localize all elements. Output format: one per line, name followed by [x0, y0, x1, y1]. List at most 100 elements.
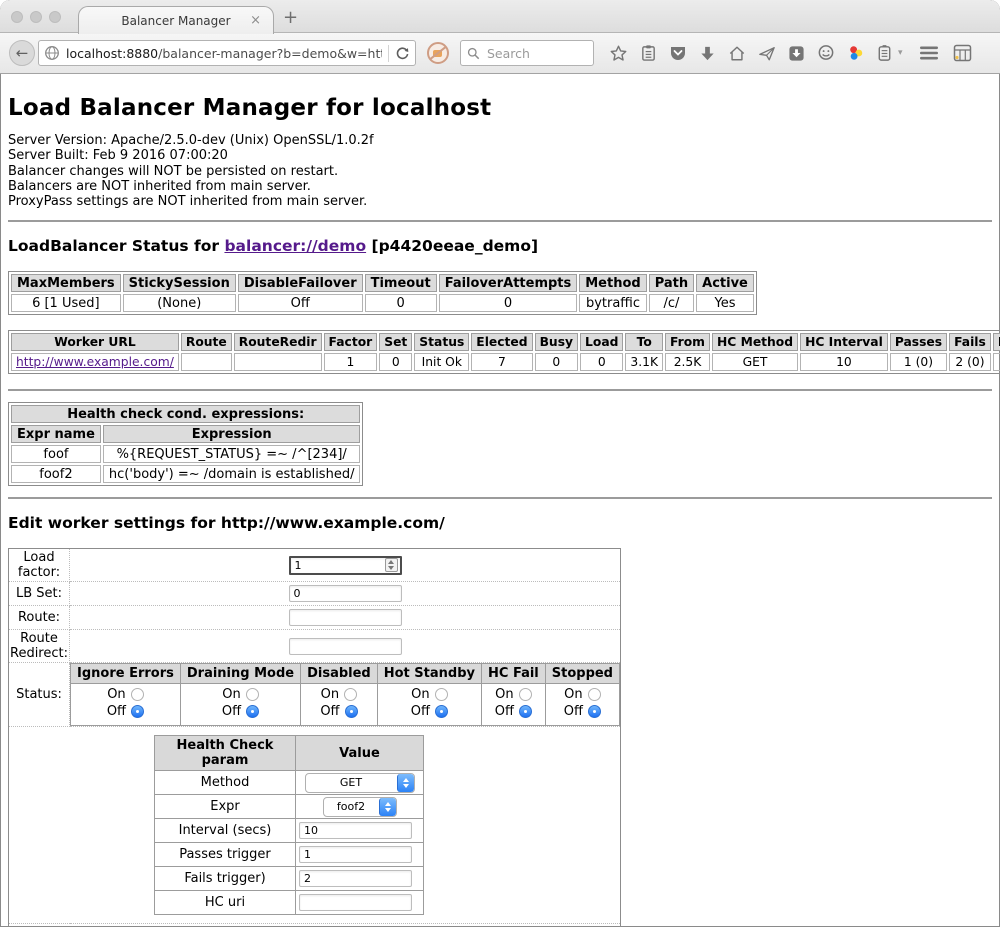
inherit-notice-line: Balancers are NOT inherited from main se…: [8, 179, 992, 194]
tab-close-icon[interactable]: ×: [250, 13, 261, 28]
dropdown-chevron-icon[interactable]: ▾: [898, 48, 903, 58]
disabled-on-radio[interactable]: [344, 688, 357, 701]
ignore-errors-on-radio[interactable]: [131, 688, 144, 701]
hc-passes-label: Passes trigger: [155, 843, 296, 867]
chat-smiley-icon[interactable]: [817, 44, 835, 62]
form-row-route-redirect: Route Redirect:: [9, 630, 621, 663]
window-minimize-button[interactable]: [30, 11, 42, 23]
server-version-line: Server Version: Apache/2.5.0-dev (Unix) …: [8, 133, 992, 148]
draining-mode-off-radio[interactable]: [246, 705, 259, 718]
worker-status-table: Worker URL Route RouteRedir Factor Set S…: [8, 330, 1000, 374]
hc-fail-off-radio[interactable]: [519, 705, 532, 718]
table-header-row: Worker URL Route RouteRedir Factor Set S…: [11, 333, 1000, 351]
downloads-icon[interactable]: [699, 45, 716, 62]
table-header-row: Expr name Expression: [11, 425, 360, 443]
search-icon: [467, 47, 480, 60]
hc-passes-input[interactable]: [299, 846, 412, 863]
hc-method-select[interactable]: GET: [305, 773, 415, 793]
persist-notice-line: Balancer changes will NOT be persisted o…: [8, 164, 992, 179]
hc-fails-label: Fails trigger): [155, 867, 296, 891]
search-bar[interactable]: [460, 40, 594, 66]
new-tab-button[interactable]: +: [283, 7, 298, 28]
status-flags-table: Ignore Errors Draining Mode Disabled Hot…: [70, 663, 620, 726]
clipboard-icon[interactable]: [640, 44, 657, 62]
url-text[interactable]: localhost:8880/balancer-manager?b=demo&w…: [66, 46, 382, 61]
edit-worker-form: Load factor: LB Set: Route:: [8, 548, 621, 927]
hc-expr-label: Expr: [155, 795, 296, 819]
select-arrows-icon: [379, 798, 396, 816]
table-row: foof %{REQUEST_STATUS} =~ /^[234]/: [11, 445, 360, 463]
worker-url-link[interactable]: http://www.example.com/: [16, 355, 174, 369]
form-row-route: Route:: [9, 606, 621, 630]
addon-download-icon[interactable]: [788, 45, 805, 62]
search-input[interactable]: [485, 45, 587, 62]
colored-dots-icon[interactable]: [847, 44, 865, 62]
navigation-toolbar: ← localhost:8880/balancer-manager?b=demo…: [0, 33, 1000, 74]
health-check-params-table: Health Check param Value Method GET: [154, 735, 424, 915]
lb-set-input[interactable]: [289, 585, 402, 602]
window-controls: [11, 11, 61, 23]
form-row-status: Status: Ignore Errors Draining Mode Disa…: [9, 663, 621, 727]
urlbar-divider: [388, 45, 389, 62]
hc-method-label: Method: [155, 771, 296, 795]
load-factor-label: Load factor:: [9, 549, 70, 582]
route-redirect-input[interactable]: [289, 638, 402, 655]
route-input[interactable]: [289, 609, 402, 626]
hc-interval-input[interactable]: [299, 822, 412, 839]
adblock-disabled-icon[interactable]: [427, 42, 449, 64]
route-redirect-label: Route Redirect:: [9, 630, 70, 663]
table-row: HC uri: [155, 891, 424, 915]
hot-standby-off-radio[interactable]: [435, 705, 448, 718]
table-row: Method GET: [155, 771, 424, 795]
hc-expressions-table: Health check cond. expressions: Expr nam…: [8, 402, 363, 486]
form-row-health-check: Health Check param Value Method GET: [9, 727, 621, 924]
window-zoom-button[interactable]: [49, 11, 61, 23]
hc-expr-select[interactable]: foof2: [323, 797, 397, 817]
browser-window: Balancer Manager × + ← localhost:8880/ba…: [0, 0, 1000, 927]
battery-icon[interactable]: [877, 44, 892, 62]
hot-standby-on-radio[interactable]: [435, 688, 448, 701]
hc-uri-label: HC uri: [155, 891, 296, 915]
section-divider: [8, 497, 992, 499]
url-bar[interactable]: localhost:8880/balancer-manager?b=demo&w…: [38, 40, 416, 66]
radio-row: On Off On Off On Off: [71, 684, 620, 726]
hc-fail-on-radio[interactable]: [519, 688, 532, 701]
hc-fails-input[interactable]: [299, 870, 412, 887]
form-row-load-factor: Load factor:: [9, 549, 621, 582]
section-divider: [8, 220, 992, 222]
home-icon[interactable]: [728, 45, 746, 62]
pocket-icon[interactable]: [669, 44, 687, 62]
disabled-off-radio[interactable]: [345, 705, 358, 718]
section-divider: [8, 389, 992, 391]
bookmark-star-icon[interactable]: [609, 44, 628, 63]
stopped-off-radio[interactable]: [588, 705, 601, 718]
hc-uri-input[interactable]: [299, 894, 412, 911]
grid-icon[interactable]: [953, 44, 972, 62]
back-button[interactable]: ←: [9, 40, 35, 66]
server-built-line: Server Built: Feb 9 2016 07:00:20: [8, 148, 992, 163]
status-label: Status:: [9, 663, 70, 727]
draining-mode-on-radio[interactable]: [246, 688, 259, 701]
table-row: Expr foof2: [155, 795, 424, 819]
reload-icon[interactable]: [395, 46, 410, 61]
table-header-row: Health Check param Value: [155, 736, 424, 771]
ignore-errors-off-radio[interactable]: [131, 705, 144, 718]
table-title-row: Health check cond. expressions:: [11, 405, 360, 423]
table-row: 6 [1 Used] (None) Off 0 0 bytraffic /c/ …: [11, 294, 754, 312]
table-row: foof2 hc('body') =~ /domain is establish…: [11, 465, 360, 483]
send-icon[interactable]: [758, 45, 776, 62]
table-row: Passes trigger: [155, 843, 424, 867]
number-spinner[interactable]: [385, 558, 398, 572]
balancer-demo-link[interactable]: balancer://demo: [224, 237, 366, 255]
form-row-lb-set: LB Set:: [9, 582, 621, 606]
tab-bar: Balancer Manager × +: [0, 0, 1000, 33]
stopped-on-radio[interactable]: [588, 688, 601, 701]
proxypass-notice-line: ProxyPass settings are NOT inherited fro…: [8, 194, 992, 209]
tab-balancer-manager[interactable]: Balancer Manager ×: [78, 6, 274, 34]
table-row: Interval (secs): [155, 819, 424, 843]
window-close-button[interactable]: [11, 11, 23, 23]
balancer-status-heading: LoadBalancer Status for balancer://demo …: [8, 237, 992, 255]
page-title: Load Balancer Manager for localhost: [8, 95, 992, 121]
menu-icon[interactable]: [919, 45, 939, 61]
table-header-row: MaxMembers StickySession DisableFailover…: [11, 274, 754, 292]
